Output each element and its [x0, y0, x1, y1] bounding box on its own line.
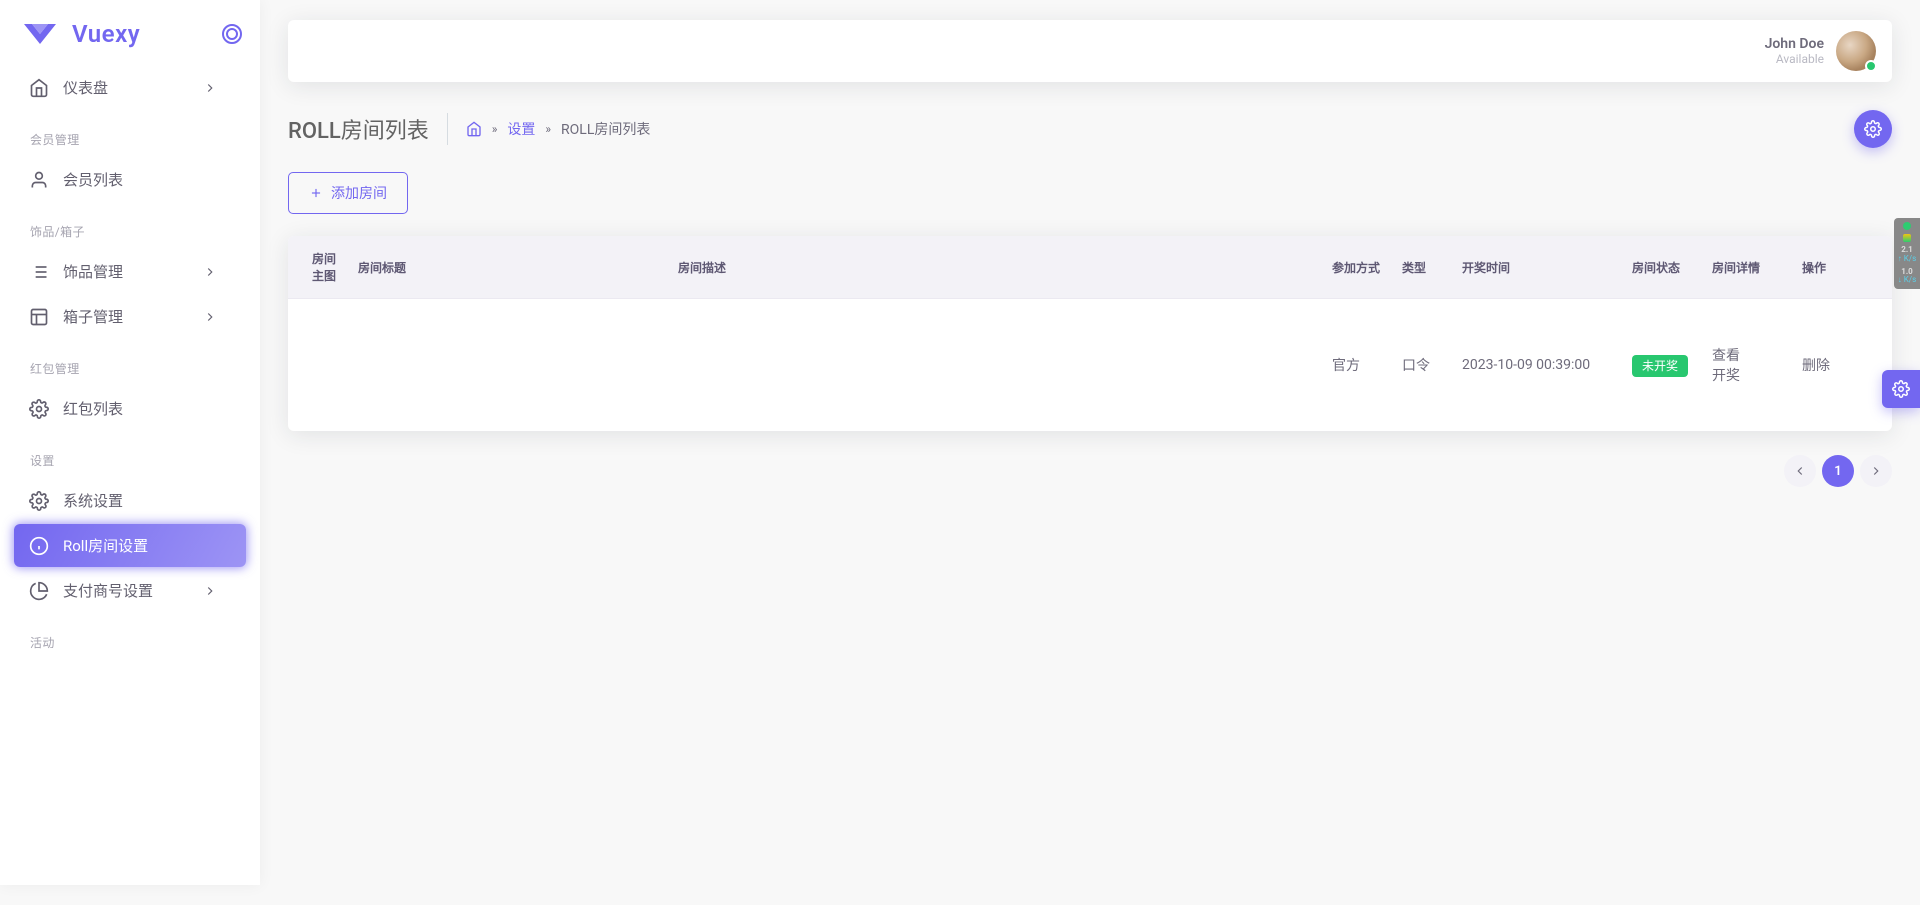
nav-accessory-label: 饰品管理	[63, 261, 203, 282]
th-image: 房间主图	[288, 236, 348, 299]
page-settings-button[interactable]	[1854, 110, 1892, 148]
home-icon[interactable]	[466, 121, 482, 137]
chevron-right-icon	[203, 584, 217, 598]
layout-icon	[29, 307, 49, 327]
nav-dashboard[interactable]: 仪表盘	[14, 66, 246, 109]
chevron-left-icon	[1793, 464, 1807, 478]
nav-system[interactable]: 系统设置	[14, 479, 246, 522]
rooms-table: 房间主图 房间标题 房间描述 参加方式 类型 开奖时间 房间状态 房间详情 操作…	[288, 236, 1892, 431]
page-prev-button[interactable]	[1784, 455, 1816, 487]
th-state: 房间状态	[1622, 236, 1702, 299]
main-content: John Doe Available ROLL房间列表 » 设置 » ROLL房…	[260, 20, 1920, 487]
table-row: 官方 口令 2023-10-09 00:39:00 未开奖 查看开奖 删除	[288, 299, 1892, 432]
perf-down: 1.0↓ K/s	[1898, 268, 1916, 286]
status-badge: 未开奖	[1632, 355, 1688, 377]
view-action[interactable]: 查看	[1712, 348, 1740, 364]
cell-title	[348, 299, 668, 432]
user-menu[interactable]: John Doe Available	[1765, 31, 1876, 71]
table-card: 房间主图 房间标题 房间描述 参加方式 类型 开奖时间 房间状态 房间详情 操作…	[288, 236, 1892, 431]
list-icon	[29, 262, 49, 282]
chevron-right-icon	[203, 265, 217, 279]
nav-header-activity: 活动	[14, 614, 246, 659]
nav-header-settings: 设置	[14, 432, 246, 477]
th-open: 开奖时间	[1452, 236, 1622, 299]
plus-icon	[309, 186, 323, 200]
nav-box[interactable]: 箱子管理	[14, 295, 246, 338]
perf-dot-green-icon	[1903, 222, 1911, 230]
th-desc: 房间描述	[668, 236, 1322, 299]
nav-box-label: 箱子管理	[63, 306, 203, 327]
sidebar-nav: 仪表盘 会员管理 会员列表 饰品/箱子 饰品管理 箱子管理 红包管理 红包列表 …	[0, 66, 260, 659]
nav-payment[interactable]: 支付商号设置	[14, 569, 246, 612]
page-header: ROLL房间列表 » 设置 » ROLL房间列表	[288, 110, 1892, 148]
user-name: John Doe	[1765, 36, 1824, 52]
user-status: Available	[1765, 52, 1824, 66]
pagination: 1	[288, 455, 1892, 487]
perf-up: 2.1↑ K/s	[1898, 246, 1916, 264]
breadcrumb-current: ROLL房间列表	[561, 119, 650, 139]
cell-ops: 删除	[1792, 299, 1892, 432]
nav-roll-label: Roll房间设置	[63, 535, 231, 556]
th-detail: 房间详情	[1702, 236, 1792, 299]
sidebar-collapse-toggle[interactable]	[222, 24, 242, 44]
chevron-right-icon	[203, 81, 217, 95]
cell-detail: 查看开奖	[1702, 299, 1792, 432]
nav-accessory[interactable]: 饰品管理	[14, 250, 246, 293]
home-icon	[29, 78, 49, 98]
cell-desc	[668, 299, 1322, 432]
status-indicator-icon	[1865, 60, 1877, 72]
page-title: ROLL房间列表	[288, 113, 448, 145]
pie-chart-icon	[29, 581, 49, 601]
gear-icon	[29, 491, 49, 511]
add-room-label: 添加房间	[331, 183, 387, 203]
breadcrumb-sep: »	[492, 122, 498, 136]
nav-members[interactable]: 会员列表	[14, 158, 246, 201]
theme-customizer-button[interactable]	[1882, 370, 1920, 408]
nav-redpacket-label: 红包列表	[63, 398, 231, 419]
page-1-button[interactable]: 1	[1822, 455, 1854, 487]
gear-icon	[1892, 380, 1910, 398]
nav-roll[interactable]: Roll房间设置	[14, 524, 246, 567]
sidebar-header: Vuexy	[0, 0, 260, 64]
sidebar: Vuexy 仪表盘 会员管理 会员列表 饰品/箱子 饰品管理 箱子管理 红包管理…	[0, 0, 260, 885]
info-icon	[29, 536, 49, 556]
cell-join: 官方	[1322, 299, 1392, 432]
th-ops: 操作	[1792, 236, 1892, 299]
breadcrumb-settings[interactable]: 设置	[507, 119, 535, 139]
user-text: John Doe Available	[1765, 36, 1824, 66]
nav-header-goods: 饰品/箱子	[14, 203, 246, 248]
chevron-right-icon	[1869, 464, 1883, 478]
nav-payment-label: 支付商号设置	[63, 580, 203, 601]
user-icon	[29, 170, 49, 190]
avatar-wrap	[1836, 31, 1876, 71]
cell-image	[288, 299, 348, 432]
gear-icon	[29, 399, 49, 419]
nav-header-red: 红包管理	[14, 340, 246, 385]
topbar: John Doe Available	[288, 20, 1892, 82]
cell-open: 2023-10-09 00:39:00	[1452, 299, 1622, 432]
logo-text[interactable]: Vuexy	[72, 20, 140, 48]
cell-state: 未开奖	[1622, 299, 1702, 432]
th-join: 参加方式	[1322, 236, 1392, 299]
th-type: 类型	[1392, 236, 1452, 299]
draw-action[interactable]: 开奖	[1712, 368, 1740, 384]
nav-members-label: 会员列表	[63, 169, 231, 190]
logo-icon	[22, 20, 58, 48]
breadcrumb-sep: »	[545, 122, 551, 136]
performance-widget[interactable]: 2.1↑ K/s 1.0↓ K/s	[1894, 218, 1920, 289]
th-title: 房间标题	[348, 236, 668, 299]
add-room-button[interactable]: 添加房间	[288, 172, 408, 214]
nav-redpacket[interactable]: 红包列表	[14, 387, 246, 430]
page-next-button[interactable]	[1860, 455, 1892, 487]
cell-type: 口令	[1392, 299, 1452, 432]
nav-header-member: 会员管理	[14, 111, 246, 156]
nav-system-label: 系统设置	[63, 490, 231, 511]
nav-dashboard-label: 仪表盘	[63, 77, 203, 98]
breadcrumb: » 设置 » ROLL房间列表	[466, 119, 651, 139]
perf-gradient-icon	[1903, 234, 1911, 242]
delete-action[interactable]: 删除	[1802, 358, 1830, 374]
gear-icon	[1864, 120, 1882, 138]
actions-row: 添加房间	[288, 172, 1892, 214]
chevron-right-icon	[203, 310, 217, 324]
